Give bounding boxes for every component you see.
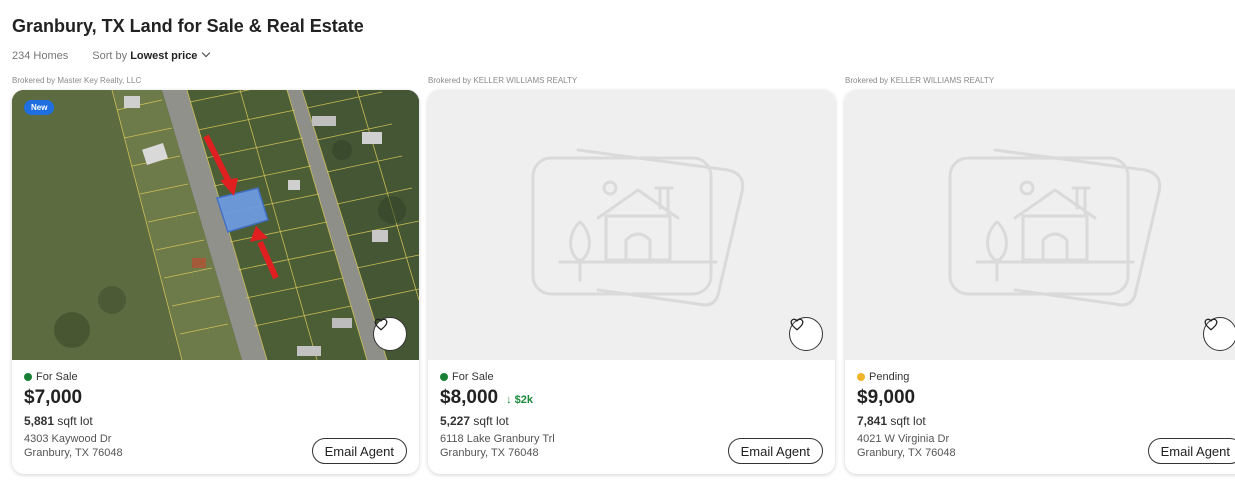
page-title: Granbury, TX Land for Sale & Real Estate: [12, 16, 364, 36]
status-label: For Sale: [452, 371, 494, 383]
new-badge: New: [24, 100, 55, 115]
lot-size-unit: sqft lot: [57, 414, 93, 428]
listing-photo[interactable]: New: [12, 90, 419, 360]
sort-dropdown[interactable]: Sort by Lowest price: [92, 48, 211, 62]
listing-card[interactable]: Brokered by KELLER WILLIAMS REALTY: [845, 76, 1235, 476]
sort-label: Sort by: [92, 50, 128, 62]
listing-status: For Sale: [24, 371, 407, 383]
listing-card[interactable]: Brokered by Master Key Realty, LLC New F…: [12, 76, 419, 476]
lot-size-value: 5,881: [24, 414, 55, 428]
results-bar: 234 Homes Sort by Lowest price: [12, 48, 211, 62]
brokered-by: Brokered by KELLER WILLIAMS REALTY: [428, 76, 578, 85]
lot-size: 7,841 sqft lot: [857, 414, 1235, 428]
status-label: For Sale: [36, 371, 78, 383]
email-agent-button[interactable]: Email Agent: [311, 438, 407, 464]
listing-card[interactable]: Brokered by KELLER WILLIAMS REALTY: [428, 76, 835, 476]
lot-size-value: 7,841: [857, 414, 888, 428]
price-row: $7,000: [24, 387, 407, 409]
listing-status: Pending: [857, 371, 1235, 383]
status-label: Pending: [869, 371, 910, 383]
house-placeholder-icon: [531, 148, 745, 307]
listing-status: For Sale: [440, 371, 823, 383]
sort-value: Lowest price: [130, 50, 198, 62]
favorite-button[interactable]: [789, 317, 823, 351]
listing-photo[interactable]: [845, 90, 1235, 360]
heart-icon: [790, 318, 804, 331]
lot-size: 5,227 sqft lot: [440, 414, 823, 428]
price-row: $8,000 ↓ $2k: [440, 387, 823, 409]
aerial-map-image: [12, 90, 419, 360]
brokered-by: Brokered by Master Key Realty, LLC: [12, 76, 142, 85]
email-agent-button[interactable]: Email Agent: [1147, 438, 1235, 464]
favorite-button[interactable]: [373, 317, 407, 351]
listing-price: $7,000: [24, 387, 83, 408]
brokered-by: Brokered by KELLER WILLIAMS REALTY: [845, 76, 995, 85]
listing-photo[interactable]: [428, 90, 835, 360]
heart-icon: [1204, 318, 1218, 331]
status-dot-icon: [24, 373, 32, 381]
results-count: 234 Homes: [12, 50, 69, 62]
listing-card-body[interactable]: New For Sale $7,000 5,881 sqft lot 4303 …: [12, 90, 419, 474]
favorite-button[interactable]: [1203, 317, 1235, 351]
listing-card-body[interactable]: Pending $9,000 7,841 sqft lot 4021 W Vir…: [845, 90, 1235, 474]
status-dot-icon: [440, 373, 448, 381]
lot-size: 5,881 sqft lot: [24, 414, 407, 428]
email-agent-button[interactable]: Email Agent: [727, 438, 823, 464]
listing-card-body[interactable]: For Sale $8,000 ↓ $2k 5,227 sqft lot 611…: [428, 90, 835, 474]
lot-size-unit: sqft lot: [473, 414, 509, 428]
lot-size-unit: sqft lot: [890, 414, 926, 428]
heart-icon: [374, 318, 388, 331]
lot-size-value: 5,227: [440, 414, 471, 428]
status-dot-icon: [857, 373, 865, 381]
price-drop: ↓ $2k: [506, 394, 534, 406]
listing-price: $8,000: [440, 387, 499, 408]
house-placeholder-icon: [948, 148, 1162, 307]
price-row: $9,000: [857, 387, 1235, 409]
chevron-down-icon: [202, 48, 211, 58]
listing-price: $9,000: [857, 387, 916, 408]
